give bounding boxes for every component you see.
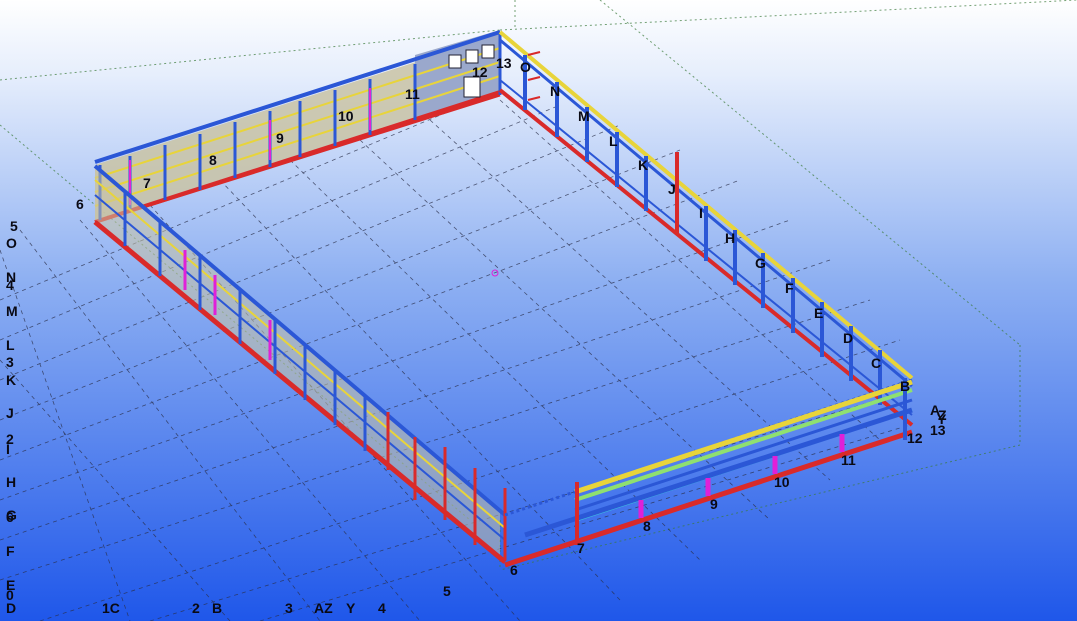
- grid-label: 4: [6, 277, 14, 293]
- model-canvas[interactable]: 6 7 8 9 10 11 12 13 O N M L K J I H G F …: [0, 0, 1077, 621]
- grid-label: 4: [378, 600, 386, 616]
- grid-label: 8: [643, 518, 651, 534]
- grid-label: K: [6, 372, 16, 388]
- grid-label: 3: [6, 354, 14, 370]
- grid-label: D: [843, 330, 853, 346]
- grid-label: 7: [143, 175, 151, 191]
- grid-label: O: [6, 235, 17, 251]
- grid-label: 2: [192, 600, 200, 616]
- grid-label: 11: [841, 452, 856, 468]
- grid-label: H: [725, 230, 735, 246]
- grid-label: M: [578, 108, 590, 124]
- grid-label: 3: [285, 600, 293, 616]
- grid-label: 9: [710, 496, 718, 512]
- grid-label: I: [6, 441, 10, 457]
- grid-label: C: [871, 355, 881, 371]
- grid-label: AZ: [314, 600, 333, 616]
- grid-label: B: [900, 378, 910, 394]
- grid-label: 12: [472, 64, 488, 80]
- grid-label: 8: [209, 152, 217, 168]
- grid-label: 1C: [102, 600, 120, 616]
- grid-label: D: [6, 600, 16, 616]
- grid-label: 7: [577, 540, 585, 556]
- grid-label: 5: [443, 583, 451, 599]
- grid-label: H: [6, 474, 16, 490]
- grid-label: 6: [6, 509, 14, 525]
- grid-label: K: [638, 157, 648, 173]
- grid-label: 10: [774, 474, 790, 490]
- grid-label: B: [212, 600, 222, 616]
- grid-label: Y: [937, 411, 947, 427]
- grid-label: 12: [907, 430, 923, 446]
- grid-label: E: [814, 305, 823, 321]
- grid-label: N: [550, 83, 560, 99]
- grid-label: M: [6, 303, 18, 319]
- grid-label: 11: [405, 86, 420, 102]
- grid-label: L: [609, 133, 618, 149]
- grid-label: F: [6, 543, 15, 559]
- grid-label: Y: [346, 600, 356, 616]
- grid-label: 9: [276, 130, 284, 146]
- grid-label: J: [6, 405, 14, 421]
- grid-label: 6: [76, 196, 84, 212]
- grid-label: 6: [510, 562, 518, 578]
- model-3d-viewport[interactable]: 6 7 8 9 10 11 12 13 O N M L K J I H G F …: [0, 0, 1077, 621]
- grid-label: 13: [496, 55, 512, 71]
- grid-label: G: [755, 255, 766, 271]
- grid-label: F: [785, 280, 794, 296]
- grid-label: J: [668, 181, 676, 197]
- grid-label: O: [520, 59, 531, 75]
- grid-label: L: [6, 337, 15, 353]
- grid-label: 5: [10, 218, 18, 234]
- grid-label: 10: [338, 108, 354, 124]
- grid-label: I: [699, 205, 703, 221]
